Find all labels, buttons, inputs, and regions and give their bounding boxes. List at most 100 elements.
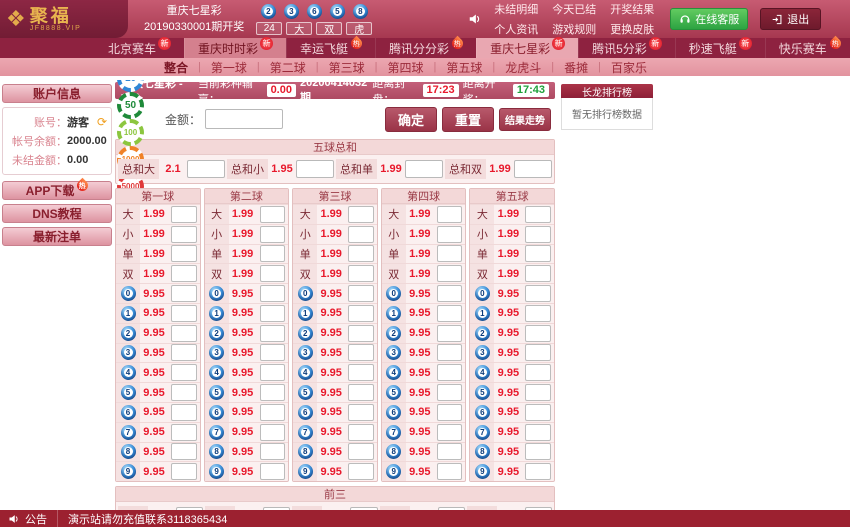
bet-input[interactable] [260,364,286,381]
site-logo[interactable]: ❖ 聚福 JF8888.VIP [0,0,128,38]
bet-input[interactable] [514,160,552,178]
link-change-skin[interactable]: 更换皮肤 [610,21,654,37]
bet-input[interactable] [348,206,374,223]
bet-input[interactable] [348,285,374,302]
reset-button[interactable]: 重置 [442,107,494,132]
bet-input[interactable] [260,344,286,361]
bet-input[interactable] [437,285,463,302]
bet-input[interactable] [437,463,463,480]
subnav-item-ball-1[interactable]: 第一球 [209,59,249,76]
subnav-item-ball-3[interactable]: 第三球 [327,59,367,76]
bet-input[interactable] [171,285,197,302]
bet-input[interactable] [525,305,551,322]
refresh-icon[interactable]: ⟳ [97,116,107,128]
bet-input[interactable] [171,443,197,460]
bet-input[interactable] [171,265,197,282]
link-game-rules[interactable]: 游戏规则 [552,21,596,37]
chip-50[interactable]: 50 [117,92,144,119]
bet-input[interactable] [525,265,551,282]
bet-input[interactable] [348,226,374,243]
bet-input[interactable] [348,325,374,342]
bet-input[interactable] [171,245,197,262]
bet-input[interactable] [525,344,551,361]
bet-input[interactable] [260,463,286,480]
bet-input[interactable] [260,305,286,322]
bet-input[interactable] [260,265,286,282]
subnav-item-dragon-tiger[interactable]: 龙虎斗 [503,59,543,76]
bet-input[interactable] [187,160,225,178]
bet-input[interactable] [437,404,463,421]
bet-input[interactable] [437,206,463,223]
bet-input[interactable] [525,364,551,381]
bet-input[interactable] [260,443,286,460]
bet-input[interactable] [348,265,374,282]
speaker-icon[interactable] [468,12,482,26]
bet-input[interactable] [405,160,443,178]
bet-input[interactable] [260,424,286,441]
bet-input[interactable] [296,160,334,178]
tab-happy-racing[interactable]: 快乐赛车热 [765,38,850,58]
subnav-item-ball-5[interactable]: 第五球 [444,59,484,76]
bet-input[interactable] [171,384,197,401]
bet-input[interactable] [171,325,197,342]
bet-input[interactable] [348,424,374,441]
tab-tencent-ffc[interactable]: 腾讯分分彩热 [375,38,476,58]
bet-input[interactable] [437,364,463,381]
bet-input[interactable] [171,404,197,421]
bet-input[interactable] [437,245,463,262]
bet-input[interactable] [348,463,374,480]
app-download-button[interactable]: APP下载热 [2,181,112,200]
subnav-item-fantan[interactable]: 番摊 [562,59,590,76]
bet-input[interactable] [525,285,551,302]
bet-input[interactable] [525,206,551,223]
bet-input[interactable] [437,226,463,243]
bet-input[interactable] [171,344,197,361]
bet-input[interactable] [348,305,374,322]
tab-chongqing-qxc[interactable]: 重庆七星彩新 [476,38,578,58]
dns-tutorial-button[interactable]: DNS教程 [2,204,112,223]
bet-input[interactable] [525,226,551,243]
bet-input[interactable] [437,424,463,441]
tab-beijing-racing[interactable]: 北京赛车新 [95,38,184,58]
bet-input[interactable] [171,364,197,381]
bet-input[interactable] [260,325,286,342]
link-unsettled-details[interactable]: 未结明细 [494,1,538,17]
bet-input[interactable] [171,206,197,223]
bet-input[interactable] [525,463,551,480]
bet-input[interactable] [525,424,551,441]
bet-input[interactable] [525,325,551,342]
bet-input[interactable] [260,384,286,401]
bet-input[interactable] [260,404,286,421]
link-today-settled[interactable]: 今天已结 [552,1,596,17]
bet-input[interactable] [437,443,463,460]
bet-input[interactable] [525,443,551,460]
chip-100[interactable]: 100 [117,119,144,146]
bet-input[interactable] [171,463,197,480]
service-button[interactable]: 在线客服 [670,8,748,30]
subnav-item-ball-2[interactable]: 第二球 [268,59,308,76]
amount-input[interactable] [205,109,283,129]
bet-input[interactable] [437,344,463,361]
bet-input[interactable] [260,245,286,262]
bet-input[interactable] [348,384,374,401]
bet-input[interactable] [437,305,463,322]
logout-button[interactable]: 退出 [760,8,821,30]
bet-input[interactable] [437,325,463,342]
bet-input[interactable] [348,364,374,381]
tab-speed-airship[interactable]: 秒速飞艇新 [675,38,765,58]
bet-input[interactable] [525,384,551,401]
bet-input[interactable] [171,305,197,322]
link-profile[interactable]: 个人资讯 [494,21,538,37]
bet-input[interactable] [348,404,374,421]
bet-input[interactable] [348,344,374,361]
tab-chongqing-ssc[interactable]: 重庆时时彩新 [184,38,286,58]
bet-input[interactable] [171,424,197,441]
bet-input[interactable] [348,443,374,460]
tab-lucky-airship[interactable]: 幸运飞艇热 [286,38,375,58]
bet-input[interactable] [348,245,374,262]
link-draw-results[interactable]: 开奖结果 [610,1,654,17]
confirm-button[interactable]: 确定 [385,107,437,132]
subnav-item-ball-4[interactable]: 第四球 [386,59,426,76]
bet-input[interactable] [260,226,286,243]
subnav-item-baccarat[interactable]: 百家乐 [609,59,649,76]
